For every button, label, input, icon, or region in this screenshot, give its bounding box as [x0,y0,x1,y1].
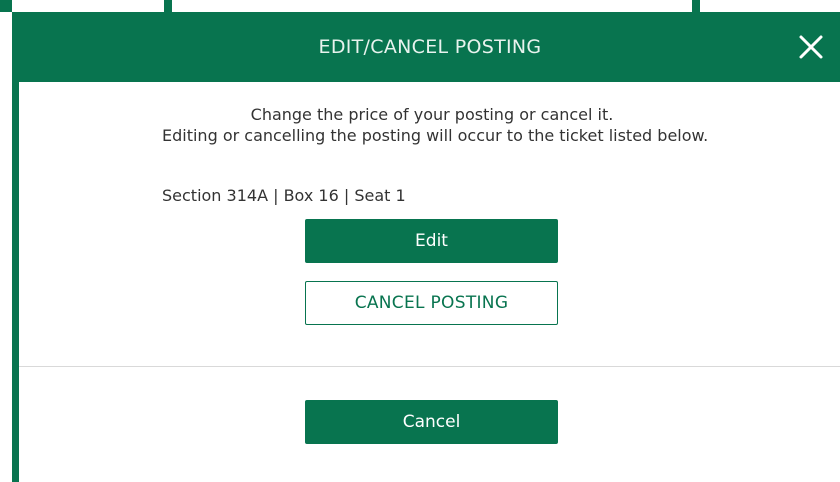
cancel-button[interactable]: Cancel [305,400,558,444]
edit-cancel-posting-modal: EDIT/CANCEL POSTING Change the price of … [12,12,840,482]
cancel-posting-button[interactable]: CANCEL POSTING [305,281,558,325]
edit-button[interactable]: Edit [305,219,558,263]
explanation-text: Editing or cancelling the posting will o… [162,126,709,145]
background-border [0,0,12,12]
modal-header: EDIT/CANCEL POSTING [12,12,840,82]
close-button[interactable] [795,31,827,63]
intro-text: Change the price of your posting or canc… [250,105,614,124]
seat-info: Section 314A | Box 16 | Seat 1 [162,186,406,205]
background-border [164,0,172,12]
modal-title: EDIT/CANCEL POSTING [318,36,542,58]
background-panel [172,0,692,12]
background-panel [700,0,840,12]
close-icon [799,35,823,59]
background-panel [12,0,164,12]
divider [19,366,840,367]
background-border [692,0,700,12]
